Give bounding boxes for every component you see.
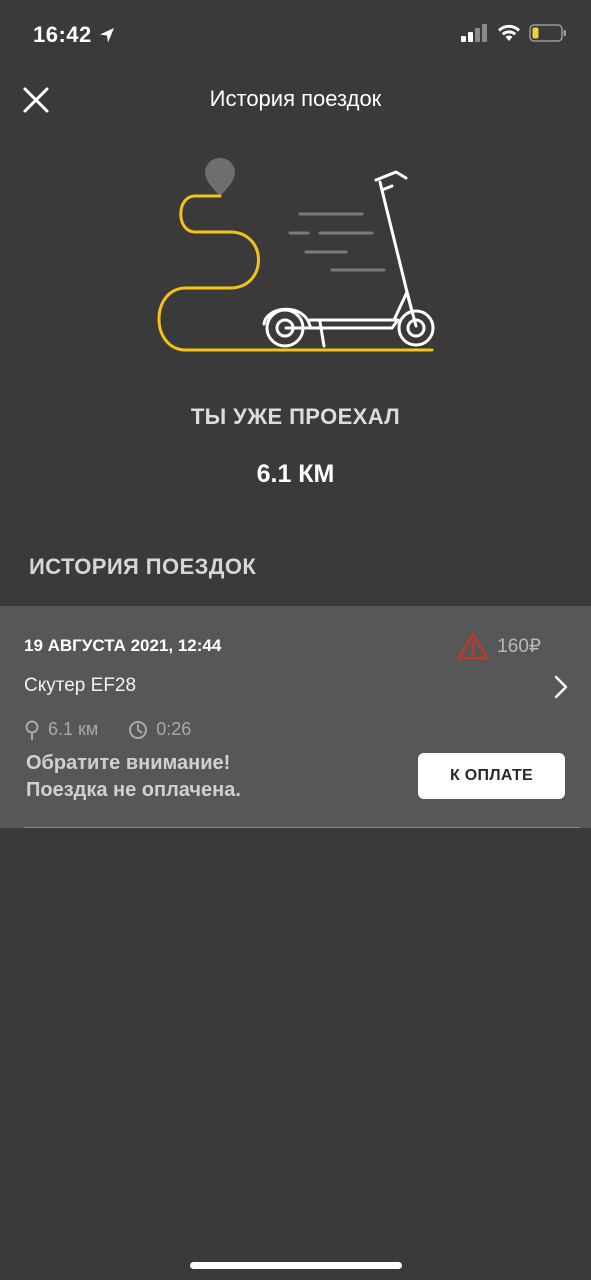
unpaid-warning: Обратите внимание! Поездка не оплачена. xyxy=(26,750,241,804)
scooter-route-illustration xyxy=(157,158,435,352)
location-arrow-icon xyxy=(100,28,114,43)
trip-vehicle: Скутер EF28 xyxy=(24,675,137,696)
trip-meta: 6.1 км 0:26 xyxy=(24,719,221,740)
pay-button[interactable]: К ОПЛАТЕ xyxy=(418,753,565,799)
total-distance-label: ТЫ УЖЕ ПРОЕХАЛ xyxy=(190,404,401,429)
status-time: 16:42 xyxy=(33,22,92,47)
trip-duration-group: 0:26 xyxy=(128,719,191,740)
chevron-right-icon[interactable] xyxy=(553,674,569,700)
status-icons xyxy=(461,24,567,42)
page-title: История поездок xyxy=(209,86,382,111)
trip-distance: 6.1 км xyxy=(48,719,99,739)
total-distance-value: 6.1 КМ xyxy=(256,460,335,488)
trip-card-divider xyxy=(24,827,580,828)
unpaid-warning-line1: Обратите внимание! xyxy=(26,752,231,774)
section-title: ИСТОРИЯ ПОЕЗДОК xyxy=(29,554,257,579)
signal-icon xyxy=(461,24,487,42)
warning-triangle-icon xyxy=(457,632,489,660)
wifi-icon xyxy=(498,24,520,41)
battery-icon xyxy=(529,24,566,42)
trip-card[interactable]: 19 АВГУСТА 2021, 12:44 160₽ Скутер EF28 … xyxy=(0,606,591,828)
trip-date: 19 АВГУСТА 2021, 12:44 xyxy=(24,636,222,655)
scooter-icon xyxy=(262,170,435,348)
home-indicator[interactable] xyxy=(190,1262,402,1269)
map-pin-icon xyxy=(205,158,235,196)
pin-outline-icon xyxy=(25,720,39,740)
status-bar: 16:42 xyxy=(0,0,591,70)
clock-icon xyxy=(129,720,148,739)
trip-distance-group: 6.1 км xyxy=(24,719,98,740)
header: История поездок xyxy=(0,70,591,130)
trip-price: 160₽ xyxy=(497,635,541,657)
trip-price-group: 160₽ xyxy=(457,632,541,660)
unpaid-warning-line2: Поездка не оплачена. xyxy=(26,779,241,801)
trip-duration: 0:26 xyxy=(156,719,192,739)
